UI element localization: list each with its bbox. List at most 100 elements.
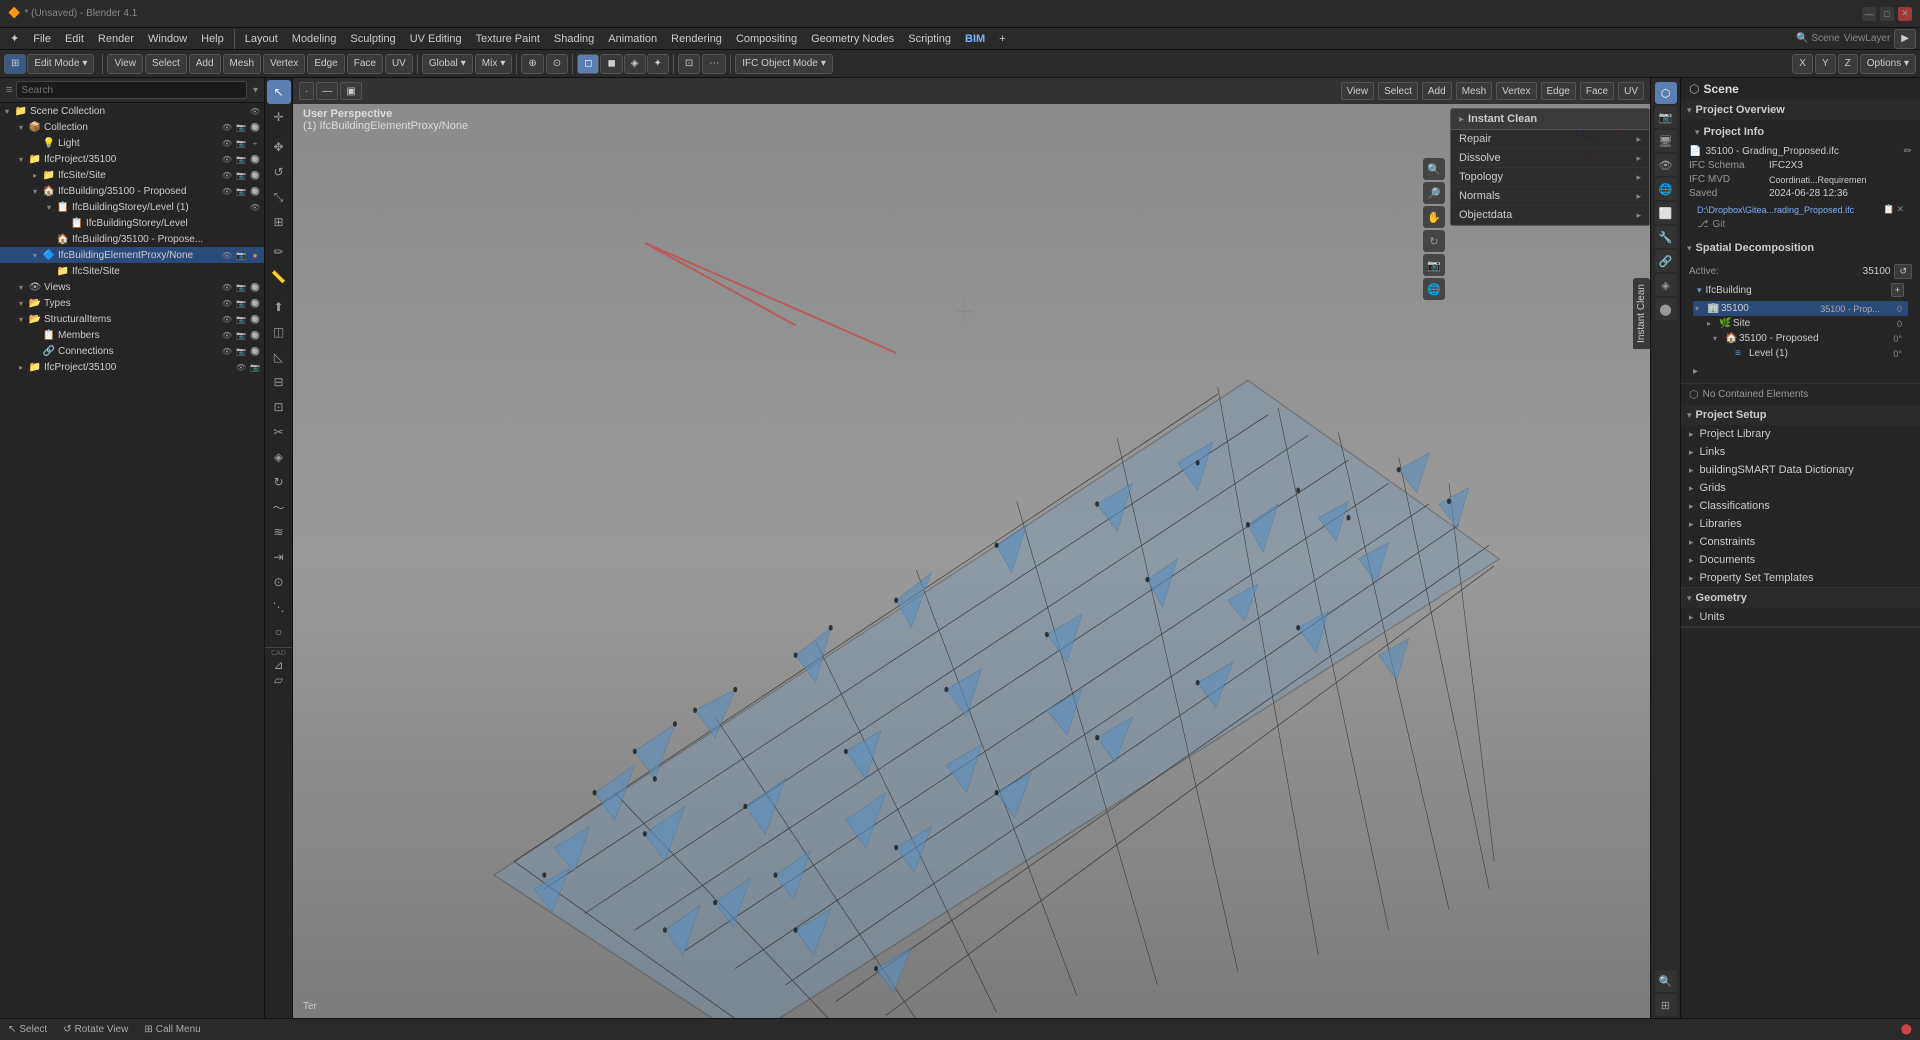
tool-randomize[interactable]: ≋ [267, 520, 291, 544]
outliner-item-light[interactable]: 💡 Light 👁 📷 + [0, 135, 264, 151]
menu-add-workspace[interactable]: + [993, 32, 1011, 46]
setup-grids[interactable]: ▸ Grids [1681, 479, 1920, 497]
vp-select-mode-face[interactable]: ▣ [340, 82, 361, 100]
toolbar-vertex[interactable]: Vertex [263, 54, 305, 74]
outliner-search[interactable] [16, 81, 247, 99]
outliner-item-ifcbuilding2[interactable]: 🏠 IfcBuilding/35100 - Propose... [0, 231, 264, 247]
tool-transform[interactable]: ⊞ [267, 210, 291, 234]
tool-select[interactable]: ↖ [267, 80, 291, 104]
tool-loop-cut[interactable]: ⊟ [267, 370, 291, 394]
toolbar-mesh[interactable]: Mesh [223, 54, 261, 74]
toolbar-rendered[interactable]: ✦ [647, 54, 669, 74]
setup-documents[interactable]: ▸ Documents [1681, 551, 1920, 569]
setup-constraints[interactable]: ▸ Constraints [1681, 533, 1920, 551]
eye-icon-connections[interactable]: 👁 [221, 345, 233, 357]
tool-annotate[interactable]: ✏ [267, 240, 291, 264]
ic-dissolve[interactable]: Dissolve ▸ [1451, 149, 1649, 168]
open-file-icon[interactable]: ✕ [1896, 204, 1904, 215]
tool-bevel[interactable]: ◺ [267, 345, 291, 369]
outliner-item-collection[interactable]: ▾ 📦 Collection 👁 📷 🔘 [0, 119, 264, 135]
vp-mesh-menu[interactable]: Mesh [1456, 82, 1492, 100]
camera-icon-ifcsite[interactable]: 📷 [235, 169, 247, 181]
tool-extrude[interactable]: ⬆ [267, 295, 291, 319]
menu-scripting[interactable]: Scripting [902, 32, 957, 46]
project-overview-header[interactable]: ▾ Project Overview [1681, 100, 1920, 120]
outliner-item-storey-level[interactable]: 📋 IfcBuildingStorey/Level [0, 215, 264, 231]
toolbar-y[interactable]: Y [1815, 54, 1836, 74]
instant-clean-tab[interactable]: Instant Clean [1633, 278, 1650, 349]
viewport[interactable]: · — ▣ View Select Add Mesh Vertex Edge F… [293, 78, 1650, 1040]
outliner-item-ifc-project2[interactable]: ▸ 📁 IfcProject/35100 👁 📷 [0, 359, 264, 375]
camera-icon-ifc2[interactable]: 📷 [249, 361, 261, 373]
outliner-item-types[interactable]: ▾ 📂 Types 👁 📷 🔘 [0, 295, 264, 311]
toolbar-material[interactable]: ◈ [624, 54, 646, 74]
menu-rendering[interactable]: Rendering [665, 32, 728, 46]
toolbar-ifc-mode[interactable]: IFC Object Mode ▾ [735, 54, 833, 74]
setup-libraries[interactable]: ▸ Libraries [1681, 515, 1920, 533]
setup-property-set-templates[interactable]: ▸ Property Set Templates [1681, 569, 1920, 587]
decomp-expand-arrow[interactable]: ▸ [1689, 363, 1912, 379]
eye-icon[interactable]: 👁 [249, 105, 261, 117]
rs-tab-bim-search[interactable]: 🔍 [1655, 970, 1677, 992]
ic-objectdata[interactable]: Objectdata ▸ [1451, 206, 1649, 225]
setup-links[interactable]: ▸ Links [1681, 443, 1920, 461]
toolbar-uv[interactable]: UV [385, 54, 413, 74]
camera-icon-light[interactable]: 📷 [235, 137, 247, 149]
active-refresh-btn[interactable]: ↺ [1894, 264, 1912, 279]
menu-app-icon[interactable]: ✦ [4, 31, 25, 46]
toolbar-wireframe[interactable]: ◻ [577, 54, 599, 74]
eye-icon-ifcsite[interactable]: 👁 [221, 169, 233, 181]
project-info-header[interactable]: ▾ Project Info [1681, 122, 1920, 142]
toolbar-z[interactable]: Z [1838, 54, 1858, 74]
eye-icon-collection[interactable]: 👁 [221, 121, 233, 133]
render-icon-ifcsite[interactable]: 🔘 [249, 169, 261, 181]
menu-layout[interactable]: Layout [239, 32, 284, 46]
decomp-item-35100[interactable]: ▾ 🏢 35100 35100 - Prop... 0 [1693, 301, 1908, 316]
toolbar-view[interactable]: View [107, 54, 143, 74]
orbit-button[interactable]: ↻ [1423, 230, 1445, 252]
pan-button[interactable]: ✋ [1423, 206, 1445, 228]
vp-select-mode-vert[interactable]: · [299, 82, 314, 100]
render-icon-connections[interactable]: 🔘 [249, 345, 261, 357]
toolbar-select[interactable]: Select [145, 54, 187, 74]
toolbar-edge[interactable]: Edge [307, 54, 344, 74]
menu-file[interactable]: File [27, 32, 57, 46]
menu-edit[interactable]: Edit [59, 32, 90, 46]
toolbar-pivot-mix[interactable]: Mix ▾ [475, 54, 513, 74]
project-setup-header[interactable]: ▾ Project Setup [1681, 405, 1920, 425]
toolbar-overlay[interactable]: ⊡ [678, 54, 700, 74]
rs-tab-output[interactable]: 🖥 [1655, 130, 1677, 152]
toolbar-options[interactable]: Options ▾ [1860, 54, 1916, 74]
camera-icon-collection[interactable]: 📷 [235, 121, 247, 133]
outliner-item-connections[interactable]: 🔗 Connections 👁 📷 🔘 [0, 343, 264, 359]
menu-render[interactable]: Render [92, 32, 140, 46]
toolbar-magnet[interactable]: ⊕ [521, 54, 543, 74]
zoom-out-button[interactable]: 🔎 [1423, 182, 1445, 204]
toolbar-solid[interactable]: ◼ [600, 54, 622, 74]
eye-icon-views[interactable]: 👁 [221, 281, 233, 293]
outliner-item-ifcsite2[interactable]: 📁 IfcSite/Site [0, 263, 264, 279]
toolbar-mode-selector[interactable]: Edit Mode ▾ [27, 54, 94, 74]
viewport-canvas[interactable]: User Perspective (1) IfcBuildingElementP… [293, 78, 1650, 1040]
toolbar-transform-global[interactable]: Global ▾ [422, 54, 473, 74]
tool-spin[interactable]: ↻ [267, 470, 291, 494]
outliner-item-structural[interactable]: ▾ 📂 StructuralItems 👁 📷 🔘 [0, 311, 264, 327]
camera-icon-members[interactable]: 📷 [235, 329, 247, 341]
menu-shading[interactable]: Shading [548, 32, 600, 46]
camera-icon-connections[interactable]: 📷 [235, 345, 247, 357]
toolbar-add[interactable]: Add [189, 54, 221, 74]
outliner-item-ifc-project[interactable]: ▾ 📁 IfcProject/35100 👁 📷 🔘 [0, 151, 264, 167]
outliner-item-ifcsite[interactable]: ▸ 📁 IfcSite/Site 👁 📷 🔘 [0, 167, 264, 183]
ic-normals[interactable]: Normals ▸ [1451, 187, 1649, 206]
toolbar-xray[interactable]: X [1792, 54, 1813, 74]
outliner-filter-icon[interactable]: ▾ [253, 85, 258, 96]
camera-icon-structural[interactable]: 📷 [235, 313, 247, 325]
tool-cursor[interactable]: ✛ [267, 105, 291, 129]
tool-measure[interactable]: 📏 [267, 265, 291, 289]
tool-to-sphere[interactable]: ○ [267, 620, 291, 644]
rs-tab-constraints[interactable]: 🔗 [1655, 250, 1677, 272]
vp-select-menu[interactable]: Select [1378, 82, 1418, 100]
eye-icon-members[interactable]: 👁 [221, 329, 233, 341]
tool-shear[interactable]: ⋱ [267, 595, 291, 619]
render-icon-collection[interactable]: 🔘 [249, 121, 261, 133]
